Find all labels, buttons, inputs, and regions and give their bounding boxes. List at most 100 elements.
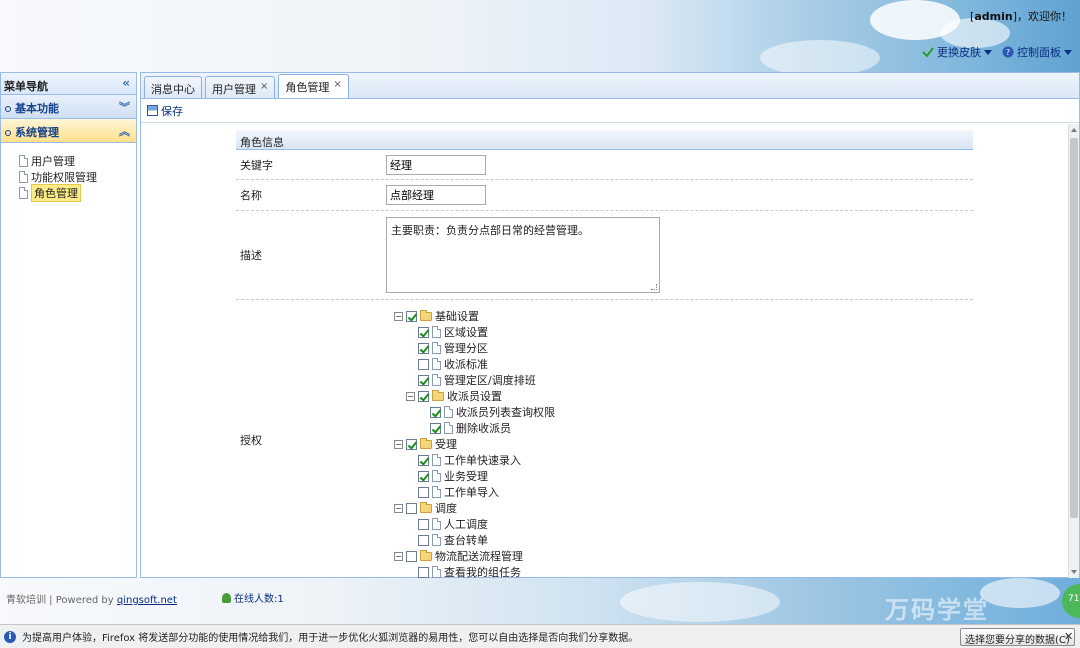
file-icon bbox=[19, 187, 28, 199]
scroll-down-icon[interactable] bbox=[1071, 570, 1077, 574]
permission-label: 工作单导入 bbox=[444, 486, 499, 499]
scroll-up-icon[interactable] bbox=[1071, 128, 1077, 132]
permission-node[interactable]: 工作单导入 bbox=[394, 484, 555, 500]
bullet-icon bbox=[5, 106, 11, 112]
permission-node[interactable]: − 收派员设置 bbox=[394, 388, 555, 404]
accordion-basic-functions[interactable]: 基本功能 ︾ bbox=[1, 95, 136, 119]
file-icon bbox=[444, 422, 453, 434]
authorization-label: 授权 bbox=[240, 434, 262, 447]
keyword-input[interactable] bbox=[386, 154, 486, 175]
tab-user-management[interactable]: 用户管理 × bbox=[205, 76, 276, 98]
close-tab-icon[interactable]: × bbox=[333, 79, 341, 94]
cloud-decoration bbox=[620, 582, 780, 622]
user-name: admin bbox=[974, 10, 1013, 23]
name-input[interactable] bbox=[386, 185, 486, 205]
save-icon bbox=[147, 105, 158, 116]
welcome-text: [admin]，欢迎你！ bbox=[970, 8, 1072, 24]
nav-item-user-management[interactable]: 用户管理 bbox=[19, 153, 136, 169]
accordion-label: 基本功能 bbox=[15, 102, 59, 115]
file-icon bbox=[19, 155, 28, 167]
folder-icon bbox=[420, 437, 432, 449]
header-links: 更换皮肤 ? 控制面板 bbox=[922, 44, 1072, 60]
permission-checkbox[interactable] bbox=[418, 566, 429, 578]
powered-by-link[interactable]: qingsoft.net bbox=[117, 595, 177, 606]
dropdown-arrow-icon bbox=[1064, 49, 1072, 55]
permission-node[interactable]: 业务受理 bbox=[394, 468, 555, 484]
permission-checkbox[interactable] bbox=[418, 454, 429, 466]
permission-node[interactable]: 管理定区/调度排班 bbox=[394, 372, 555, 388]
permission-checkbox[interactable] bbox=[418, 518, 429, 530]
folder-icon bbox=[420, 501, 432, 513]
tree-expander-icon[interactable]: − bbox=[406, 391, 415, 401]
info-icon: i bbox=[4, 630, 16, 643]
control-panel-button[interactable]: ? 控制面板 bbox=[1002, 44, 1072, 60]
description-textarea[interactable]: 主要职责：负责分点部日常的经营管理。 bbox=[386, 217, 660, 293]
permission-checkbox[interactable] bbox=[418, 486, 429, 498]
permission-checkbox[interactable] bbox=[406, 438, 417, 450]
tree-expander-icon[interactable]: − bbox=[394, 551, 403, 561]
permission-node[interactable]: − 物流配送流程管理 bbox=[394, 548, 555, 564]
nav-item-function-permission[interactable]: 功能权限管理 bbox=[19, 169, 136, 185]
permission-checkbox[interactable] bbox=[406, 310, 417, 322]
floating-badge[interactable]: 71 bbox=[1062, 584, 1080, 618]
permission-node[interactable]: 收派标准 bbox=[394, 356, 555, 372]
accordion-label: 系统管理 bbox=[15, 126, 59, 139]
permission-node[interactable]: 收派员列表查询权限 bbox=[394, 404, 555, 420]
tree-expander-icon[interactable]: − bbox=[394, 503, 403, 513]
save-button[interactable]: 保存 bbox=[147, 103, 183, 119]
permission-label: 受理 bbox=[435, 438, 457, 451]
app-header: [admin]，欢迎你！ 更换皮肤 ? 控制面板 bbox=[0, 0, 1080, 72]
collapse-panel-icon[interactable]: « bbox=[122, 76, 130, 90]
permission-label: 查看我的组任务 bbox=[444, 566, 521, 578]
permission-checkbox[interactable] bbox=[430, 406, 441, 418]
permission-checkbox[interactable] bbox=[418, 358, 429, 370]
permission-checkbox[interactable] bbox=[406, 550, 417, 562]
tab-message-center[interactable]: 消息中心 bbox=[144, 76, 202, 98]
file-icon bbox=[432, 454, 441, 466]
accordion-system-management[interactable]: 系统管理 ︽ bbox=[1, 119, 136, 143]
nav-item-label: 用户管理 bbox=[31, 155, 75, 168]
permission-node[interactable]: − 受理 bbox=[394, 436, 555, 452]
authorization-row: 授权 − 基础设置 区域设置 管理分区 收派标准管理定区/调度排班 − 收派员设置收派员列表… bbox=[236, 300, 973, 578]
permission-node[interactable]: 查台转单 bbox=[394, 532, 555, 548]
permission-node[interactable]: 工作单快速录入 bbox=[394, 452, 555, 468]
close-tab-icon[interactable]: × bbox=[260, 81, 268, 94]
tab-role-management[interactable]: 角色管理 × bbox=[278, 74, 349, 98]
permission-checkbox[interactable] bbox=[406, 502, 417, 514]
permission-label: 收派员列表查询权限 bbox=[456, 406, 555, 419]
permission-checkbox[interactable] bbox=[418, 470, 429, 482]
change-skin-button[interactable]: 更换皮肤 bbox=[922, 44, 992, 60]
tree-expander-icon[interactable]: − bbox=[394, 311, 403, 321]
permission-node[interactable]: 管理分区 bbox=[394, 340, 555, 356]
browser-notification-bar: i 为提高用户体验，Firefox 将发送部分功能的使用情况给我们，用于进一步优… bbox=[0, 624, 1080, 648]
help-icon: ? bbox=[1002, 46, 1014, 58]
choose-share-data-button[interactable]: 选择您要分享的数据(C) bbox=[960, 628, 1075, 646]
nav-tree: 用户管理 功能权限管理 角色管理 bbox=[1, 143, 136, 202]
permission-node[interactable]: − 基础设置 bbox=[394, 308, 555, 324]
close-icon[interactable]: ✕ bbox=[1064, 630, 1073, 643]
nav-title: 菜单导航 « bbox=[1, 73, 136, 95]
cloud-decoration bbox=[980, 578, 1060, 608]
nav-item-role-management[interactable]: 角色管理 bbox=[19, 184, 136, 202]
permission-label: 管理定区/调度排班 bbox=[444, 374, 536, 387]
permission-checkbox[interactable] bbox=[418, 374, 429, 386]
permission-node[interactable]: − 调度 bbox=[394, 500, 555, 516]
resize-grip-icon[interactable] bbox=[651, 284, 657, 290]
permission-checkbox[interactable] bbox=[418, 390, 429, 402]
permission-node[interactable]: 删除收派员 bbox=[394, 420, 555, 436]
name-label: 名称 bbox=[240, 189, 262, 202]
permission-node[interactable]: 查看我的组任务 bbox=[394, 564, 555, 578]
permission-label: 调度 bbox=[435, 502, 457, 515]
vertical-scrollbar[interactable] bbox=[1068, 124, 1079, 578]
permission-checkbox[interactable] bbox=[418, 534, 429, 546]
permission-checkbox[interactable] bbox=[418, 342, 429, 354]
folder-icon bbox=[420, 309, 432, 321]
permission-node[interactable]: 人工调度 bbox=[394, 516, 555, 532]
permission-checkbox[interactable] bbox=[418, 326, 429, 338]
online-count-text: 在线人数:1 bbox=[234, 594, 284, 605]
tree-expander-icon[interactable]: − bbox=[394, 439, 403, 449]
permission-node[interactable]: 区域设置 bbox=[394, 324, 555, 340]
control-panel-label: 控制面板 bbox=[1017, 46, 1061, 59]
permission-checkbox[interactable] bbox=[430, 422, 441, 434]
scroll-thumb[interactable] bbox=[1070, 138, 1078, 518]
